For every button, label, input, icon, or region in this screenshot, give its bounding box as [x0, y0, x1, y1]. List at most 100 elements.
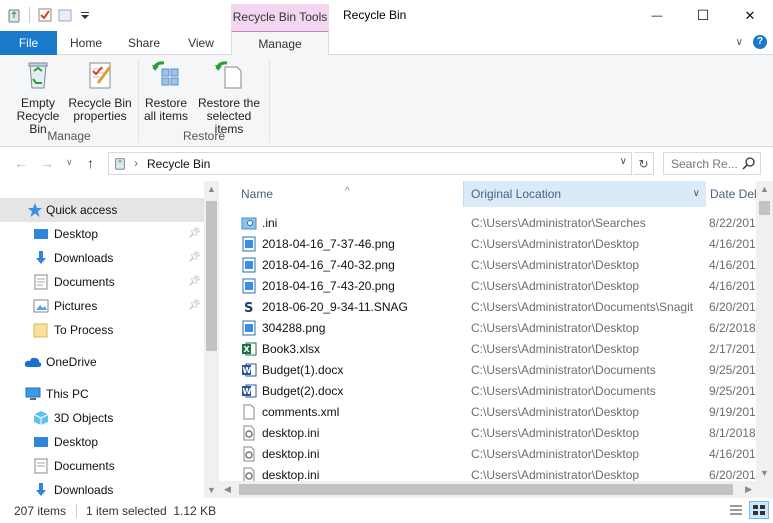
new-folder-icon[interactable] — [57, 7, 73, 23]
tab-share[interactable]: Share — [120, 31, 168, 55]
properties-check-icon[interactable] — [37, 7, 53, 23]
tab-view[interactable]: View — [177, 31, 225, 55]
nav-item-desktop-pc[interactable]: Desktop — [0, 430, 204, 454]
breadcrumb-chevron-icon[interactable]: › — [134, 156, 138, 170]
recycle-bin-icon[interactable] — [6, 7, 22, 23]
address-bar[interactable]: › Recycle Bin ∨ — [108, 152, 632, 175]
file-row[interactable]: desktop.ini C:\Users\Administrator\Deskto… — [219, 423, 759, 444]
file-name: 2018-06-20_9-34-11.SNAG — [262, 300, 408, 314]
restore-all-items-button[interactable]: Restore all items — [141, 59, 191, 123]
window-title: Recycle Bin — [343, 8, 407, 22]
tab-home[interactable]: Home — [62, 31, 110, 55]
search-box[interactable]: Search Re... — [663, 152, 761, 175]
help-icon[interactable]: ? — [753, 35, 767, 49]
contextual-tab-recycle-bin-tools: Recycle Bin Tools — [231, 4, 329, 31]
nav-item-3d-objects[interactable]: 3D Objects — [0, 406, 204, 430]
recent-locations-chevron-icon[interactable]: ∨ — [66, 157, 73, 168]
maximize-button[interactable]: ☐ — [680, 0, 726, 31]
forward-arrow-icon[interactable]: → — [40, 155, 54, 171]
pin-icon[interactable]: 📌︎ — [188, 300, 201, 311]
nav-item-downloads[interactable]: Downloads 📌︎ — [0, 246, 204, 270]
file-row[interactable]: desktop.ini C:\Users\Administrator\Deskto… — [219, 444, 759, 465]
tab-manage[interactable]: Manage — [231, 31, 329, 56]
scrollbar-thumb[interactable] — [239, 484, 733, 495]
nav-label: Documents — [54, 459, 115, 473]
excel-file-icon: X — [241, 341, 257, 357]
nav-label: OneDrive — [46, 355, 97, 369]
file-row[interactable]: X Book3.xlsx C:\Users\Administrator\Deskto… — [219, 339, 759, 360]
file-row[interactable]: W Budget(1).docx C:\Users\Administrator\Do… — [219, 360, 759, 381]
scrollbar-thumb[interactable] — [759, 201, 770, 215]
properties-icon — [89, 62, 112, 89]
scroll-up-icon[interactable]: ▲ — [760, 184, 769, 194]
downloads-icon — [33, 250, 49, 266]
pin-icon[interactable]: 📌︎ — [188, 228, 201, 239]
nav-pane-scrollbar[interactable]: ▲ ▼ — [204, 181, 219, 498]
close-button[interactable]: ✕ — [727, 0, 773, 31]
file-original-location: C:\Users\Administrator\Desktop — [471, 237, 640, 251]
file-row[interactable]: W Budget(2).docx C:\Users\Administrator\Do… — [219, 381, 759, 402]
scroll-down-icon[interactable]: ▼ — [207, 485, 216, 495]
navigation-pane: Quick access Desktop 📌︎ Downloads 📌︎ Doc… — [0, 181, 219, 498]
file-row[interactable]: 304288.png C:\Users\Administrator\Desktop… — [219, 318, 759, 339]
nav-item-desktop[interactable]: Desktop 📌︎ — [0, 222, 204, 246]
ribbon-group-restore: Restore all items Restore the selected i… — [139, 55, 269, 147]
scroll-down-icon[interactable]: ▼ — [760, 468, 769, 478]
file-original-location: C:\Users\Administrator\Desktop — [471, 447, 640, 461]
scroll-right-icon[interactable]: ▶ — [745, 484, 752, 495]
file-row[interactable]: comments.xml C:\Users\Administrator\Deskt… — [219, 402, 759, 423]
nav-item-downloads-pc[interactable]: Downloads — [0, 478, 204, 498]
minimize-button[interactable]: — — [634, 0, 680, 31]
back-arrow-icon[interactable]: ← — [14, 155, 28, 171]
column-header-original-location[interactable]: Original Location ∨ — [463, 181, 706, 207]
pin-icon[interactable]: 📌︎ — [188, 276, 201, 287]
file-row[interactable]: .ini C:\Users\Administrator\Searches 8/22/… — [219, 213, 759, 234]
column-header-name[interactable]: Name ^ — [219, 181, 463, 207]
search-input[interactable]: Search Re... — [671, 157, 738, 171]
scroll-left-icon[interactable]: ◀ — [224, 484, 231, 495]
nav-item-quick-access[interactable]: Quick access — [0, 198, 204, 222]
file-list-horizontal-scrollbar[interactable]: ◀ ▶ — [219, 481, 756, 498]
address-dropdown-icon[interactable]: ∨ — [620, 156, 627, 167]
pin-icon[interactable]: 📌︎ — [188, 252, 201, 263]
nav-item-this-pc[interactable]: This PC — [0, 382, 204, 406]
collapse-ribbon-icon[interactable]: ∨ — [736, 37, 743, 48]
file-row[interactable]: S 2018-06-20_9-34-11.SNAG C:\Users\Adminis… — [219, 297, 759, 318]
empty-recycle-bin-button[interactable]: Empty Recycle Bin — [7, 59, 69, 136]
large-icons-view-button[interactable] — [749, 501, 769, 519]
column-filter-chevron-icon[interactable]: ∨ — [693, 181, 700, 207]
file-row[interactable]: 2018-04-16_7-43-20.png C:\Users\Administr… — [219, 276, 759, 297]
tab-file[interactable]: File — [0, 31, 57, 55]
file-name: Budget(1).docx — [262, 363, 344, 377]
scrollbar-thumb[interactable] — [206, 201, 217, 351]
xml-file-icon — [241, 404, 257, 420]
breadcrumb-recycle-bin[interactable]: Recycle Bin — [147, 157, 210, 171]
nav-item-pictures[interactable]: Pictures 📌︎ — [0, 294, 204, 318]
nav-label: Documents — [54, 275, 115, 289]
ribbon-group-manage: Empty Recycle Bin Recycle Bin properties… — [0, 55, 138, 147]
customize-toolbar-icon[interactable] — [77, 7, 93, 23]
file-row[interactable]: 2018-04-16_7-40-32.png C:\Users\Administr… — [219, 255, 759, 276]
scroll-up-icon[interactable]: ▲ — [207, 184, 216, 194]
file-date-deleted: 8/1/2018 — [709, 426, 756, 440]
nav-item-documents-pc[interactable]: Documents — [0, 454, 204, 478]
file-name: desktop.ini — [262, 426, 320, 440]
restore-all-label-2: all items — [143, 109, 188, 123]
nav-label: Desktop — [54, 435, 99, 449]
nav-item-documents[interactable]: Documents 📌︎ — [0, 270, 204, 294]
nav-item-to-process[interactable]: To Process — [0, 318, 204, 342]
file-row[interactable]: 2018-04-16_7-37-46.png C:\Users\Administr… — [219, 234, 759, 255]
nav-label: Downloads — [54, 251, 114, 265]
refresh-button[interactable]: ↻ — [634, 152, 654, 175]
up-arrow-icon[interactable]: ↑ — [87, 155, 94, 171]
star-icon — [27, 202, 43, 218]
file-name: comments.xml — [262, 405, 340, 419]
nav-item-onedrive[interactable]: OneDrive — [0, 350, 204, 374]
snagit-file-icon: S — [241, 299, 257, 316]
file-original-location: C:\Users\Administrator\Desktop — [471, 426, 640, 440]
file-list-scrollbar[interactable]: ▲ ▼ — [756, 181, 773, 481]
details-view-button[interactable] — [726, 501, 746, 519]
recycle-bin-properties-button[interactable]: Recycle Bin properties — [68, 59, 132, 123]
image-file-icon — [241, 257, 257, 273]
restore-selected-items-button[interactable]: Restore the selected items — [191, 59, 267, 136]
